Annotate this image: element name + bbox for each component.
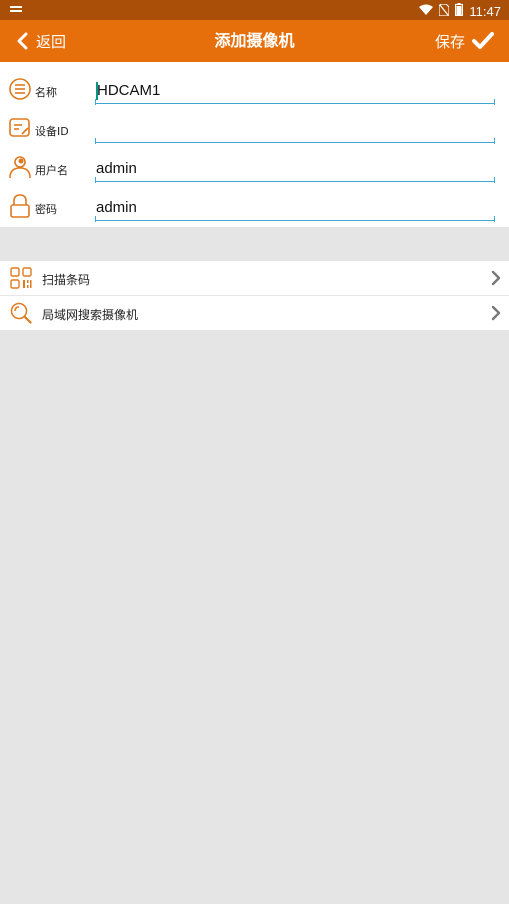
device-id-label: 设备ID bbox=[35, 125, 69, 138]
magnifier-icon bbox=[10, 302, 32, 324]
username-label: 用户名 bbox=[35, 164, 68, 177]
device-id-input[interactable] bbox=[95, 117, 495, 144]
chevron-right-icon bbox=[491, 270, 501, 286]
qr-code-icon bbox=[10, 267, 32, 289]
username-row: 用户名 admin bbox=[0, 150, 509, 189]
notification-icon bbox=[10, 4, 22, 18]
name-value: HDCAM1 bbox=[97, 82, 161, 99]
battery-icon bbox=[455, 3, 464, 19]
password-label: 密码 bbox=[35, 203, 57, 216]
password-row: 密码 admin bbox=[0, 189, 509, 228]
chevron-left-icon bbox=[17, 32, 28, 50]
save-label: 保存 bbox=[434, 32, 465, 51]
name-row: 名称 HDCAM1 bbox=[0, 72, 509, 111]
device-id-icon bbox=[9, 118, 30, 137]
page-title: 添加摄像机 bbox=[214, 31, 295, 50]
checkmark-icon bbox=[472, 32, 494, 49]
name-input[interactable]: HDCAM1 bbox=[95, 78, 495, 105]
back-label: 返回 bbox=[36, 32, 67, 51]
lan-search-label: 局域网搜索摄像机 bbox=[42, 308, 139, 322]
lock-icon bbox=[10, 194, 30, 218]
chevron-right-icon bbox=[491, 305, 501, 321]
user-icon bbox=[9, 156, 31, 179]
username-input[interactable]: admin bbox=[95, 156, 495, 183]
name-label: 名称 bbox=[35, 86, 57, 99]
app-bar: 返回 添加摄像机 保存 bbox=[0, 20, 509, 62]
no-sim-icon bbox=[438, 2, 451, 19]
action-list: 扫描条码 局域网搜索摄像机 bbox=[0, 261, 509, 330]
name-icon bbox=[9, 78, 31, 100]
status-bar: 11:47 bbox=[0, 0, 509, 20]
scan-barcode-label: 扫描条码 bbox=[42, 273, 91, 287]
password-input[interactable]: admin bbox=[95, 195, 495, 222]
device-id-row: 设备ID bbox=[0, 111, 509, 150]
scan-barcode-item[interactable]: 扫描条码 bbox=[0, 261, 509, 296]
save-button[interactable]: 保存 bbox=[435, 20, 495, 62]
wifi-icon bbox=[419, 4, 434, 19]
lan-search-item[interactable]: 局域网搜索摄像机 bbox=[0, 296, 509, 330]
back-button[interactable]: 返回 bbox=[16, 20, 66, 62]
clock: 11:47 bbox=[469, 3, 501, 19]
camera-form: 名称 HDCAM1 设备ID 用户名 admin 密码 admin bbox=[0, 62, 509, 227]
